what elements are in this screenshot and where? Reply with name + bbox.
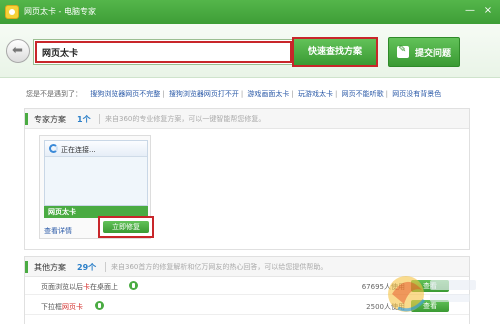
row-keyword: 网页卡: [62, 303, 83, 311]
row-text: 页面浏览以后: [41, 283, 83, 291]
submit-question-button[interactable]: 提交问题: [388, 37, 460, 67]
app-logo-icon: [5, 5, 19, 19]
repair-now-button[interactable]: 立即修复: [98, 216, 154, 238]
usage-count: 67695人使用: [361, 283, 405, 291]
other-description: 来自360首方的修复解析和亿万网友的热心回答，可以给您提供帮助。: [111, 263, 328, 271]
back-button[interactable]: ⬅: [6, 39, 30, 63]
minimize-button[interactable]: —: [462, 4, 478, 18]
window-title: 网页太卡 - 电脑专家: [24, 7, 96, 16]
back-arrow-icon: ⬅: [12, 43, 23, 58]
view-solution-button[interactable]: 查看: [411, 300, 449, 312]
thumbnail-caption: 正在连接...: [61, 146, 96, 154]
row-text-suffix: 在桌面上: [90, 283, 118, 291]
other-panel-header: 其他方案 29个 来自360首方的修复解析和亿万网友的热心回答，可以给您提供帮助…: [25, 257, 469, 277]
other-solutions-panel: 其他方案 29个 来自360首方的修复解析和亿万网友的热心回答，可以给您提供帮助…: [24, 256, 470, 324]
loading-icon: [49, 144, 58, 153]
other-title: 其他方案: [34, 263, 66, 272]
view-details-link[interactable]: 查看详情: [44, 226, 72, 236]
usage-count: 2500人使用: [366, 303, 405, 311]
row-text: 下拉框: [41, 303, 62, 311]
other-count: 29个: [77, 263, 97, 272]
view-solution-button[interactable]: 查看: [411, 280, 449, 292]
hot-icon: [95, 301, 104, 310]
expert-title: 专家方案: [34, 115, 66, 124]
search-input[interactable]: [35, 41, 292, 63]
close-button[interactable]: ×: [480, 4, 496, 18]
quick-search-button[interactable]: 快速查找方案: [292, 37, 378, 67]
expert-panel-header: 专家方案 1个 来自360的专业修复方案，可以一键智能帮您修复。: [25, 109, 469, 129]
expert-solutions-panel: 专家方案 1个 来自360的专业修复方案，可以一键智能帮您修复。 正在连接...…: [24, 108, 470, 250]
expert-description: 来自360的专业修复方案，可以一键智能帮您修复。: [105, 115, 266, 123]
hot-icon: [129, 281, 138, 290]
suggestion-link[interactable]: 网页不能听歌: [342, 90, 384, 98]
submit-question-label: 提交问题: [415, 49, 452, 59]
suggestion-link[interactable]: 网页没有背景色: [392, 90, 441, 98]
suggestion-link[interactable]: 搜狗浏览器网页打不开: [169, 90, 239, 98]
solution-thumbnail: 正在连接...: [44, 140, 148, 206]
search-header: ⬅ 快速查找方案 提交问题: [0, 24, 500, 78]
suggestion-link[interactable]: 搜狗浏览器网页不完整: [90, 90, 160, 98]
repair-now-label: 立即修复: [103, 221, 149, 233]
edit-icon: [397, 44, 409, 58]
row-keyword: 卡: [83, 283, 90, 291]
solution-row[interactable]: 下拉框网页卡 2500人使用 查看: [25, 297, 469, 315]
suggestion-line: 您是不是遇到了： 搜狗浏览器网页不完整 | 搜狗浏览器网页打不开 | 游戏画面太卡 |…: [26, 90, 442, 98]
suggestion-link[interactable]: 游戏画面太卡: [247, 90, 289, 98]
title-bar: 网页太卡 - 电脑专家 — ×: [0, 0, 500, 24]
suggestion-question: 您是不是遇到了：: [26, 90, 82, 98]
solution-card: 正在连接... 网页太卡 查看详情 立即修复: [39, 135, 154, 239]
solution-row[interactable]: 页面浏览以后卡在桌面上 67695人使用 查看: [25, 277, 469, 295]
expert-count: 1个: [77, 115, 91, 124]
suggestion-link[interactable]: 玩游戏太卡: [298, 90, 333, 98]
